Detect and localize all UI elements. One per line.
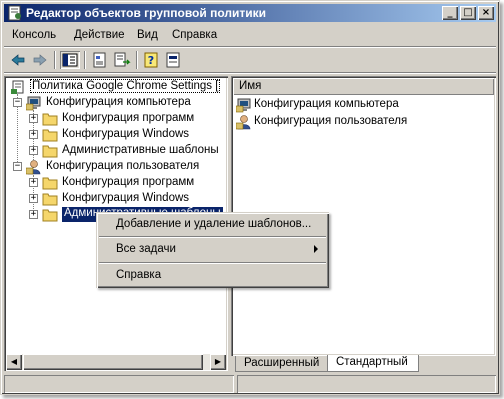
tree-item-user-software[interactable]: Конфигурация программ xyxy=(42,175,228,191)
forward-arrow-icon[interactable] xyxy=(30,51,50,69)
expand-toggle[interactable]: + xyxy=(29,114,38,123)
tree-item-label: Конфигурация Windows xyxy=(62,128,190,140)
tree-item-computer-admin-templates[interactable]: Административные шаблоны xyxy=(42,143,228,159)
tree-item-label: Конфигурация программ xyxy=(62,176,195,188)
menu-item-all-tasks[interactable]: Все задачи xyxy=(99,241,326,258)
status-bar xyxy=(4,375,496,393)
menu-separator xyxy=(99,262,326,264)
collapse-toggle[interactable]: − xyxy=(13,162,22,171)
tree-item-computer-windows[interactable]: Конфигурация Windows xyxy=(42,127,228,143)
window-title: Редактор объектов групповой политики xyxy=(26,6,267,20)
status-cell xyxy=(4,375,234,393)
submenu-arrow-icon xyxy=(314,245,318,253)
show-hide-tree-icon[interactable] xyxy=(60,51,80,69)
close-button[interactable]: × xyxy=(478,6,494,20)
menu-separator xyxy=(4,46,496,48)
tree-root-label: Политика Google Chrome Settings [ xyxy=(30,79,221,93)
menu-bar: Консоль Действие Вид Справка xyxy=(4,27,496,45)
expand-toggle[interactable]: + xyxy=(29,178,38,187)
scroll-right-button[interactable]: ▶ xyxy=(210,354,226,370)
folder-icon xyxy=(42,177,58,190)
policy-scroll-icon xyxy=(11,80,24,94)
list-item[interactable]: Конфигурация пользователя xyxy=(236,114,486,130)
gpo-editor-window: Редактор объектов групповой политики _ □… xyxy=(0,0,500,395)
column-header-label: Имя xyxy=(239,80,262,92)
folder-icon xyxy=(42,113,58,126)
toolbar-separator xyxy=(136,51,138,69)
tree-item-user-config[interactable]: Конфигурация пользователя xyxy=(26,159,226,175)
help-icon[interactable]: ? xyxy=(142,51,162,69)
expand-toggle[interactable]: + xyxy=(29,210,38,219)
collapse-toggle[interactable]: − xyxy=(13,98,22,107)
expand-toggle[interactable]: + xyxy=(29,194,38,203)
tree-item-label: Конфигурация пользователя xyxy=(46,160,200,172)
tree-item-user-windows[interactable]: Конфигурация Windows xyxy=(42,191,228,207)
maximize-button[interactable]: □ xyxy=(460,6,476,20)
scroll-left-button[interactable]: ◀ xyxy=(6,354,22,370)
title-bar[interactable]: Редактор объектов групповой политики _ □… xyxy=(4,4,496,22)
export-list-icon[interactable] xyxy=(112,51,132,69)
toolbar-separator xyxy=(54,51,56,69)
tab-extended[interactable]: Расширенный xyxy=(235,356,329,372)
properties-icon[interactable] xyxy=(90,51,110,69)
toolbar-separator-line xyxy=(4,72,496,74)
expand-toggle[interactable]: + xyxy=(29,130,38,139)
view-tabs: Расширенный Стандартный xyxy=(231,355,496,372)
tree-root[interactable]: Политика Google Chrome Settings [ xyxy=(10,79,222,95)
tree-item-label: Конфигурация программ xyxy=(62,112,195,124)
list-item-label: Конфигурация пользователя xyxy=(254,115,408,127)
tree-item-label: Конфигурация Windows xyxy=(62,192,190,204)
context-menu: Добавление и удаление шаблонов... Все за… xyxy=(96,212,329,288)
menu-help[interactable]: Справка xyxy=(172,29,217,41)
folder-icon xyxy=(42,193,58,206)
folder-icon xyxy=(42,129,58,142)
minimize-button[interactable]: _ xyxy=(442,6,458,20)
menu-view[interactable]: Вид xyxy=(137,29,158,41)
svg-text:?: ? xyxy=(148,54,154,67)
tab-standard[interactable]: Стандартный xyxy=(327,355,419,372)
menu-item-label: Добавление и удаление шаблонов... xyxy=(116,218,312,230)
toolbar: ? xyxy=(4,49,496,71)
column-header-name[interactable]: Имя xyxy=(233,78,494,95)
menu-item-label: Справка xyxy=(116,269,162,281)
status-cell xyxy=(237,375,496,393)
list-item[interactable]: Конфигурация компьютера xyxy=(236,97,486,113)
menu-item-add-remove-templates[interactable]: Добавление и удаление шаблонов... xyxy=(99,216,326,233)
menu-item-help[interactable]: Справка xyxy=(99,267,326,284)
folder-icon xyxy=(42,209,58,222)
scroll-thumb[interactable] xyxy=(23,354,203,370)
toolbar-separator xyxy=(84,51,86,69)
tree-horizontal-scrollbar[interactable]: ◀ ▶ xyxy=(6,354,226,370)
menu-action[interactable]: Действие xyxy=(74,29,125,41)
list-item-label: Конфигурация компьютера xyxy=(254,98,399,110)
expand-toggle[interactable]: + xyxy=(29,146,38,155)
menu-console[interactable]: Консоль xyxy=(12,29,56,41)
tree-item-computer-config[interactable]: Конфигурация компьютера xyxy=(26,95,226,111)
folder-icon xyxy=(42,145,58,158)
tree-item-label: Административные шаблоны xyxy=(62,144,219,156)
back-arrow-icon[interactable] xyxy=(8,51,28,69)
tree-item-computer-software[interactable]: Конфигурация программ xyxy=(42,111,228,127)
menu-item-label: Все задачи xyxy=(116,243,176,255)
computer-icon xyxy=(26,96,41,111)
help-topics-icon[interactable] xyxy=(164,51,184,69)
gpo-app-icon xyxy=(8,5,21,21)
user-icon xyxy=(236,115,251,130)
menu-separator xyxy=(99,236,326,238)
user-icon xyxy=(26,160,41,175)
tree-item-label: Конфигурация компьютера xyxy=(46,96,191,108)
computer-icon xyxy=(236,98,251,113)
